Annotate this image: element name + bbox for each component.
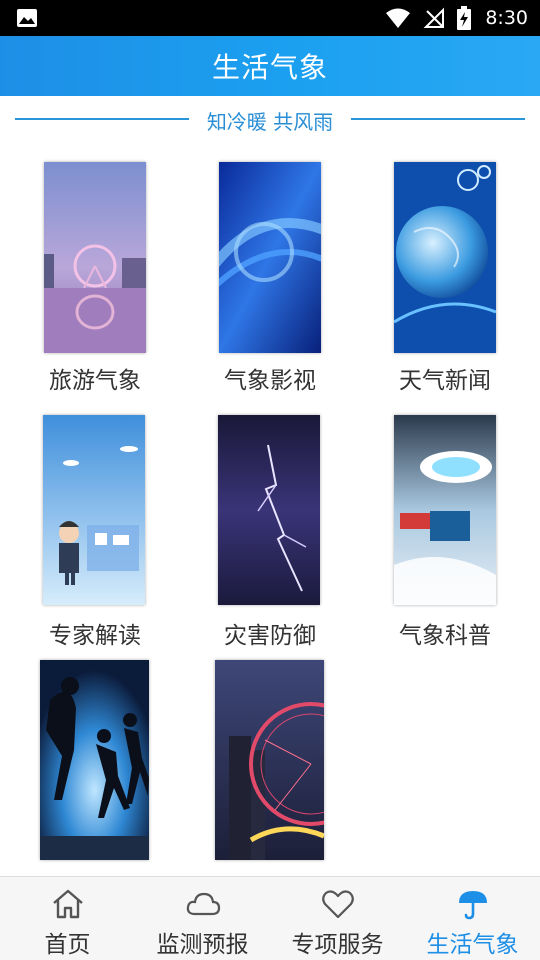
tile-travel-weather[interactable]: 旅游气象	[30, 162, 160, 394]
page-title: 生活气象	[211, 51, 328, 84]
nav-item-home[interactable]: 首页	[0, 877, 135, 960]
tile-image-runners-silhouette	[40, 660, 149, 860]
slogan-divider-left	[15, 118, 189, 120]
slogan-divider-right	[351, 118, 525, 120]
nav-label-life-weather: 生活气象	[426, 932, 519, 958]
tile-expert-interpretation[interactable]: 专家解读	[30, 415, 160, 649]
tile-weather-video[interactable]: 气象影视	[205, 162, 335, 394]
tile-weather-news[interactable]: 天气新闻	[380, 162, 510, 394]
tile-label: 旅游气象	[49, 368, 141, 394]
nav-item-life-weather[interactable]: 生活气象	[405, 877, 540, 960]
nav-label-monitor-forecast: 监测预报	[156, 932, 249, 958]
tile-label: 天气新闻	[399, 368, 491, 394]
status-time: 8:30	[485, 7, 528, 29]
umbrella-icon	[458, 891, 487, 920]
slogan-row: 知冷暖 共风雨	[0, 100, 540, 140]
tile-image-blue-abstract-swirl	[219, 162, 321, 353]
signal-off-icon	[423, 7, 445, 28]
heart-icon	[321, 890, 354, 919]
tile-image-ferris-wheel-night	[215, 660, 324, 860]
bottom-nav: 首页 监测预报 专项服务 生活气象	[0, 876, 540, 960]
tile-image-ferris-wheel-dusk	[44, 162, 146, 353]
gallery-icon	[17, 9, 37, 27]
tile-ferris-wheel-night[interactable]	[215, 660, 325, 860]
nav-label-home: 首页	[44, 932, 91, 958]
nav-item-special-service[interactable]: 专项服务	[270, 877, 405, 960]
tile-image-lightning-storm	[218, 415, 320, 605]
tile-runners[interactable]	[40, 660, 150, 860]
home-icon	[52, 889, 83, 919]
status-icons: 8:30	[385, 6, 528, 30]
nav-item-monitor-forecast[interactable]: 监测预报	[135, 877, 270, 960]
tile-label: 专家解读	[49, 623, 141, 649]
cloud-icon	[186, 892, 220, 916]
tile-weather-science[interactable]: 气象科普	[380, 415, 510, 649]
tile-label: 气象影视	[224, 368, 316, 394]
tile-image-glass-globe	[394, 162, 496, 353]
battery-charging-icon	[457, 6, 472, 30]
slogan-text: 知冷暖 共风雨	[206, 110, 334, 134]
wifi-icon	[386, 8, 411, 28]
app-header: 生活气象	[0, 36, 540, 96]
status-bar: 8:30	[0, 0, 540, 36]
tile-label: 气象科普	[399, 623, 491, 649]
tile-image-expert-cartoon	[43, 415, 145, 605]
tile-disaster-prevention[interactable]: 灾害防御	[205, 415, 335, 649]
tile-label: 灾害防御	[224, 623, 316, 649]
tile-image-futuristic-hall	[394, 415, 496, 605]
nav-label-special-service: 专项服务	[291, 932, 384, 958]
